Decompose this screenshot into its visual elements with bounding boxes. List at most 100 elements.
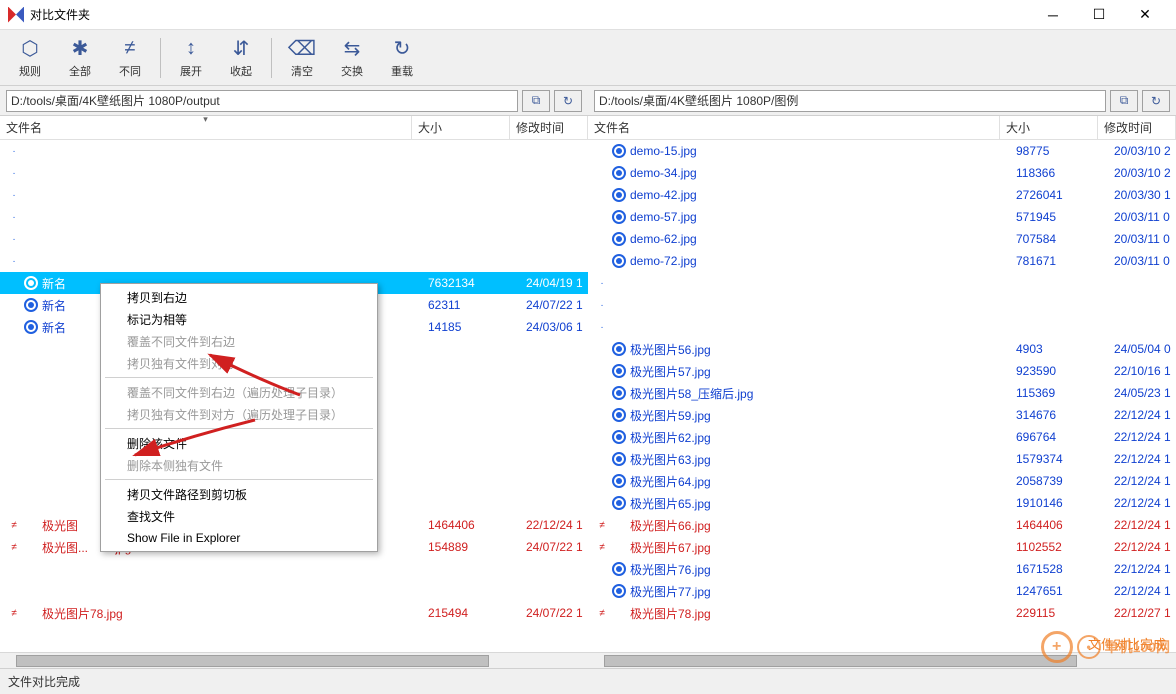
tool-label: 展开 (180, 63, 202, 79)
file-row[interactable]: 极光图片58_压缩后.jpg11536924/05/23 1 (588, 382, 1176, 404)
file-time: 22/12/24 1 (1114, 430, 1176, 444)
file-row[interactable]: demo-72.jpg78167120/03/11 0 (588, 250, 1176, 272)
file-row[interactable]: demo-42.jpg272604120/03/30 1 (588, 184, 1176, 206)
file-row[interactable]: · (0, 228, 588, 250)
titlebar: 对比文件夹 ─ ☐ ✕ (0, 0, 1176, 30)
file-status-icon (612, 452, 626, 466)
left-path-input[interactable] (6, 90, 518, 112)
file-row[interactable]: 极光图片59.jpg31467622/12/24 1 (588, 404, 1176, 426)
file-row[interactable]: 极光图片62.jpg69676422/12/24 1 (588, 426, 1176, 448)
minimize-button[interactable]: ─ (1030, 0, 1076, 30)
right-pane[interactable]: demo-15.jpg9877520/03/10 2demo-34.jpg118… (588, 140, 1176, 652)
tool-label: 规则 (19, 63, 41, 79)
tool-展开[interactable]: ↕ 展开 (167, 34, 215, 82)
left-refresh-button[interactable]: ↻ (554, 90, 582, 112)
ctx-item[interactable]: 删除该文件 (101, 432, 377, 454)
file-status-icon (24, 540, 38, 554)
file-size: 1102552 (1016, 540, 1114, 554)
file-row[interactable]: 极光图片76.jpg167152822/12/24 1 (588, 558, 1176, 580)
right-header-time[interactable]: 修改时间 (1098, 116, 1176, 139)
file-size: 571945 (1016, 210, 1114, 224)
context-menu: 拷贝到右边标记为相等覆盖不同文件到右边拷贝独有文件到对方覆盖不同文件到右边（遍历… (100, 283, 378, 552)
file-name: 极光图片78.jpg (42, 605, 428, 622)
file-row[interactable]: 极光图片56.jpg490324/05/04 0 (588, 338, 1176, 360)
file-name: 极光图片62.jpg (630, 429, 1016, 446)
file-row[interactable]: · (0, 206, 588, 228)
left-header-name[interactable]: 文件名▾ (0, 116, 412, 139)
file-size: 98775 (1016, 144, 1114, 158)
right-header-size[interactable]: 大小 (1000, 116, 1098, 139)
left-header-size[interactable]: 大小 (412, 116, 510, 139)
close-button[interactable]: ✕ (1122, 0, 1168, 30)
file-row[interactable]: · (588, 294, 1176, 316)
file-row[interactable]: · (588, 316, 1176, 338)
file-time: 22/10/16 1 (1114, 364, 1176, 378)
right-refresh-button[interactable]: ↻ (1142, 90, 1170, 112)
file-row[interactable] (0, 580, 588, 602)
file-row[interactable]: · (0, 250, 588, 272)
tool-icon: ↕ (186, 37, 196, 61)
tool-全部[interactable]: ✱全部 (56, 34, 104, 82)
file-row[interactable]: demo-57.jpg57194520/03/11 0 (588, 206, 1176, 228)
file-name: 极光图片66.jpg (630, 517, 1016, 534)
file-row[interactable]: 极光图片64.jpg205873922/12/24 1 (588, 470, 1176, 492)
file-size: 118366 (1016, 166, 1114, 180)
left-browse-button[interactable]: ⧉ (522, 90, 550, 112)
file-status-icon (24, 518, 38, 532)
right-header-name[interactable]: 文件名 (588, 116, 1000, 139)
file-row[interactable]: · (0, 162, 588, 184)
status-text: 文件对比完成 (8, 673, 80, 690)
ctx-item: 覆盖不同文件到右边（遍历处理子目录） (101, 381, 377, 403)
file-time: 22/12/27 1 (1114, 606, 1176, 620)
diff-marker-icon: · (8, 212, 20, 223)
file-name: 极光图片77.jpg (630, 583, 1016, 600)
file-row[interactable]: demo-34.jpg11836620/03/10 2 (588, 162, 1176, 184)
file-row[interactable]: demo-62.jpg70758420/03/11 0 (588, 228, 1176, 250)
tool-交换[interactable]: ⇆交换 (328, 34, 376, 82)
tool-icon: ≠ (125, 37, 136, 61)
ctx-item[interactable]: Show File in Explorer (101, 527, 377, 549)
tool-清空[interactable]: ⌫清空 (278, 34, 326, 82)
file-row[interactable]: ≠极光图片78.jpg22911522/12/27 1 (588, 602, 1176, 624)
left-header-time[interactable]: 修改时间 (510, 116, 588, 139)
left-hscroll-thumb[interactable] (16, 655, 489, 667)
file-row[interactable]: 极光图片77.jpg124765122/12/24 1 (588, 580, 1176, 602)
file-row[interactable] (0, 558, 588, 580)
file-row[interactable]: · (0, 184, 588, 206)
ctx-item[interactable]: 标记为相等 (101, 308, 377, 330)
file-name: 极光图片58_压缩后.jpg (630, 385, 1016, 402)
diff-marker-icon: · (596, 300, 608, 311)
right-browse-button[interactable]: ⧉ (1110, 90, 1138, 112)
file-row[interactable]: ≠极光图片66.jpg146440622/12/24 1 (588, 514, 1176, 536)
tool-收起[interactable]: ⇵收起 (217, 34, 265, 82)
file-row[interactable]: demo-15.jpg9877520/03/10 2 (588, 140, 1176, 162)
ctx-item[interactable]: 拷贝文件路径到剪切板 (101, 483, 377, 505)
file-row[interactable]: · (0, 140, 588, 162)
file-row[interactable]: 极光图片63.jpg157937422/12/24 1 (588, 448, 1176, 470)
file-row[interactable]: 极光图片57.jpg92359022/10/16 1 (588, 360, 1176, 382)
file-size: 1464406 (1016, 518, 1114, 532)
diff-marker-icon: ≠ (8, 608, 20, 619)
file-time: 22/12/24 1 (1114, 540, 1176, 554)
tool-label: 重载 (391, 63, 413, 79)
file-row[interactable]: · (588, 272, 1176, 294)
tool-重载[interactable]: ↻ 重载 (378, 34, 426, 82)
file-row[interactable]: ≠极光图片78.jpg21549424/07/22 1 (0, 602, 588, 624)
file-status-icon (612, 232, 626, 246)
tool-规则[interactable]: ⬡规则 (6, 34, 54, 82)
file-status-icon (612, 254, 626, 268)
file-row[interactable]: 极光图片65.jpg191014622/12/24 1 (588, 492, 1176, 514)
maximize-button[interactable]: ☐ (1076, 0, 1122, 30)
right-path-input[interactable] (594, 90, 1106, 112)
file-row[interactable]: ≠极光图片67.jpg110255222/12/24 1 (588, 536, 1176, 558)
tool-icon: ↻ (394, 37, 411, 61)
ctx-item[interactable]: 查找文件 (101, 505, 377, 527)
right-hscroll-thumb[interactable] (604, 655, 1077, 667)
file-name: demo-42.jpg (630, 188, 1016, 202)
tool-label: 不同 (119, 63, 141, 79)
ctx-item[interactable]: 拷贝到右边 (101, 286, 377, 308)
tool-不同[interactable]: ≠ 不同 (106, 34, 154, 82)
file-time: 20/03/10 2 (1114, 144, 1176, 158)
file-size: 2726041 (1016, 188, 1114, 202)
ctx-item: 覆盖不同文件到右边 (101, 330, 377, 352)
